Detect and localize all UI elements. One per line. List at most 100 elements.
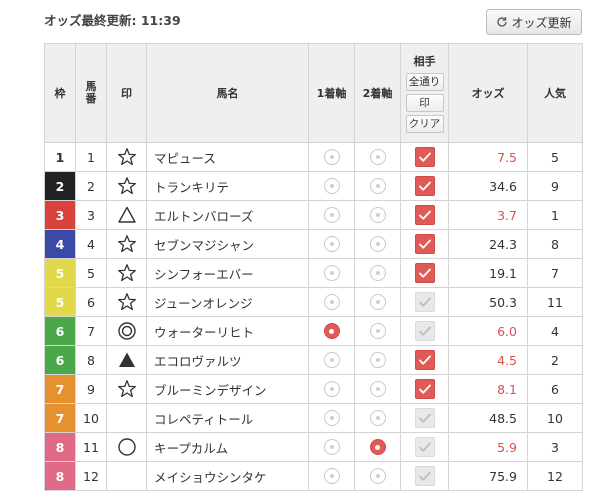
aite-checkbox[interactable] (414, 263, 435, 283)
waku-number: 5 (44, 287, 76, 317)
first-axis-cell (308, 316, 355, 346)
first-axis-radio[interactable] (323, 410, 340, 426)
col-waku: 枠 (44, 43, 76, 143)
first-axis-radio[interactable] (323, 352, 340, 368)
aite-checkbox[interactable] (414, 350, 435, 370)
table-row: 6 8 エコロヴァルツ 4.5 2 (44, 345, 583, 375)
refresh-odds-button[interactable]: オッズ更新 (486, 9, 582, 35)
second-axis-radio[interactable] (369, 178, 386, 194)
aite-checkbox[interactable] (414, 205, 435, 225)
table-row: 2 2 トランキリテ 34.6 9 (44, 171, 583, 201)
second-axis-cell (354, 142, 401, 172)
first-axis-cell (308, 432, 355, 462)
first-axis-radio[interactable] (323, 468, 340, 484)
first-axis-radio[interactable] (323, 149, 340, 165)
table-row: 8 11 キープカルム 5.9 3 (44, 432, 583, 462)
horse-name: エコロヴァルツ (146, 345, 309, 375)
waku-number: 3 (44, 200, 76, 230)
aite-checkbox[interactable] (414, 234, 435, 254)
table-row: 6 7 ウォーターリヒト 6.0 4 (44, 316, 583, 346)
horse-name: シンフォーエバー (146, 258, 309, 288)
prediction-mark[interactable] (106, 258, 147, 288)
second-axis-radio[interactable] (369, 381, 386, 397)
check-icon (418, 210, 431, 220)
odds-value: 19.1 (448, 258, 528, 288)
odds-value: 48.5 (448, 403, 528, 433)
first-axis-radio[interactable] (323, 265, 340, 281)
star-outline-icon (117, 264, 136, 282)
prediction-mark[interactable] (106, 432, 147, 462)
second-axis-cell (354, 403, 401, 433)
second-axis-radio[interactable] (369, 410, 386, 426)
col-umaban-label: 馬 番 (85, 80, 97, 105)
first-axis-cell (308, 345, 355, 375)
second-axis-radio[interactable] (369, 468, 386, 484)
clear-button[interactable]: クリア (405, 115, 444, 133)
refresh-odds-label: オッズ更新 (511, 15, 572, 30)
aite-checkbox[interactable] (414, 379, 435, 399)
aite-cell (400, 345, 449, 375)
first-axis-cell (308, 374, 355, 404)
table-row: 7 10 コレペティトール 48.5 10 (44, 403, 583, 433)
select-marked-button[interactable]: 印 (405, 94, 444, 112)
prediction-mark[interactable] (106, 316, 147, 346)
star-outline-icon (117, 148, 136, 166)
aite-checkbox[interactable] (414, 321, 435, 341)
check-icon (418, 152, 431, 162)
star-outline-icon (117, 177, 136, 195)
second-axis-radio[interactable] (369, 236, 386, 252)
second-axis-radio[interactable] (369, 294, 386, 310)
col-second-axis: 2着軸 (354, 43, 401, 143)
odds-value: 6.0 (448, 316, 528, 346)
aite-checkbox[interactable] (414, 466, 435, 486)
aite-cell (400, 403, 449, 433)
prediction-mark[interactable] (106, 171, 147, 201)
second-axis-cell (354, 316, 401, 346)
prediction-mark[interactable] (106, 403, 147, 433)
aite-checkbox[interactable] (414, 408, 435, 428)
first-axis-radio[interactable] (323, 207, 340, 223)
first-axis-radio[interactable] (323, 178, 340, 194)
second-axis-cell (354, 432, 401, 462)
odds-value: 7.5 (448, 142, 528, 172)
refresh-icon (497, 17, 508, 27)
first-axis-cell (308, 171, 355, 201)
triangle-outline-icon (117, 206, 136, 223)
prediction-mark[interactable] (106, 345, 147, 375)
aite-checkbox[interactable] (414, 292, 435, 312)
second-axis-radio[interactable] (369, 352, 386, 368)
prediction-mark[interactable] (106, 287, 147, 317)
prediction-mark[interactable] (106, 461, 147, 491)
select-all-button[interactable]: 全通り (405, 73, 444, 91)
second-axis-radio[interactable] (369, 439, 386, 455)
horse-name: ジューンオレンジ (146, 287, 309, 317)
prediction-mark[interactable] (106, 200, 147, 230)
first-axis-radio[interactable] (323, 323, 340, 339)
aite-checkbox[interactable] (414, 176, 435, 196)
col-umaban: 馬 番 (75, 43, 107, 143)
prediction-mark[interactable] (106, 374, 147, 404)
aite-checkbox[interactable] (414, 147, 435, 167)
second-axis-cell (354, 345, 401, 375)
first-axis-cell (308, 200, 355, 230)
first-axis-cell (308, 461, 355, 491)
first-axis-radio[interactable] (323, 439, 340, 455)
waku-number: 1 (44, 142, 76, 172)
first-axis-radio[interactable] (323, 381, 340, 397)
second-axis-cell (354, 200, 401, 230)
aite-cell (400, 432, 449, 462)
second-axis-cell (354, 461, 401, 491)
table-row: 7 9 ブルーミンデザイン 8.1 6 (44, 374, 583, 404)
prediction-mark[interactable] (106, 142, 147, 172)
second-axis-cell (354, 374, 401, 404)
prediction-mark[interactable] (106, 229, 147, 259)
second-axis-radio[interactable] (369, 323, 386, 339)
second-axis-radio[interactable] (369, 265, 386, 281)
second-axis-radio[interactable] (369, 207, 386, 223)
first-axis-radio[interactable] (323, 236, 340, 252)
horse-name: キープカルム (146, 432, 309, 462)
horse-number: 2 (75, 171, 107, 201)
second-axis-radio[interactable] (369, 149, 386, 165)
first-axis-radio[interactable] (323, 294, 340, 310)
aite-checkbox[interactable] (414, 437, 435, 457)
